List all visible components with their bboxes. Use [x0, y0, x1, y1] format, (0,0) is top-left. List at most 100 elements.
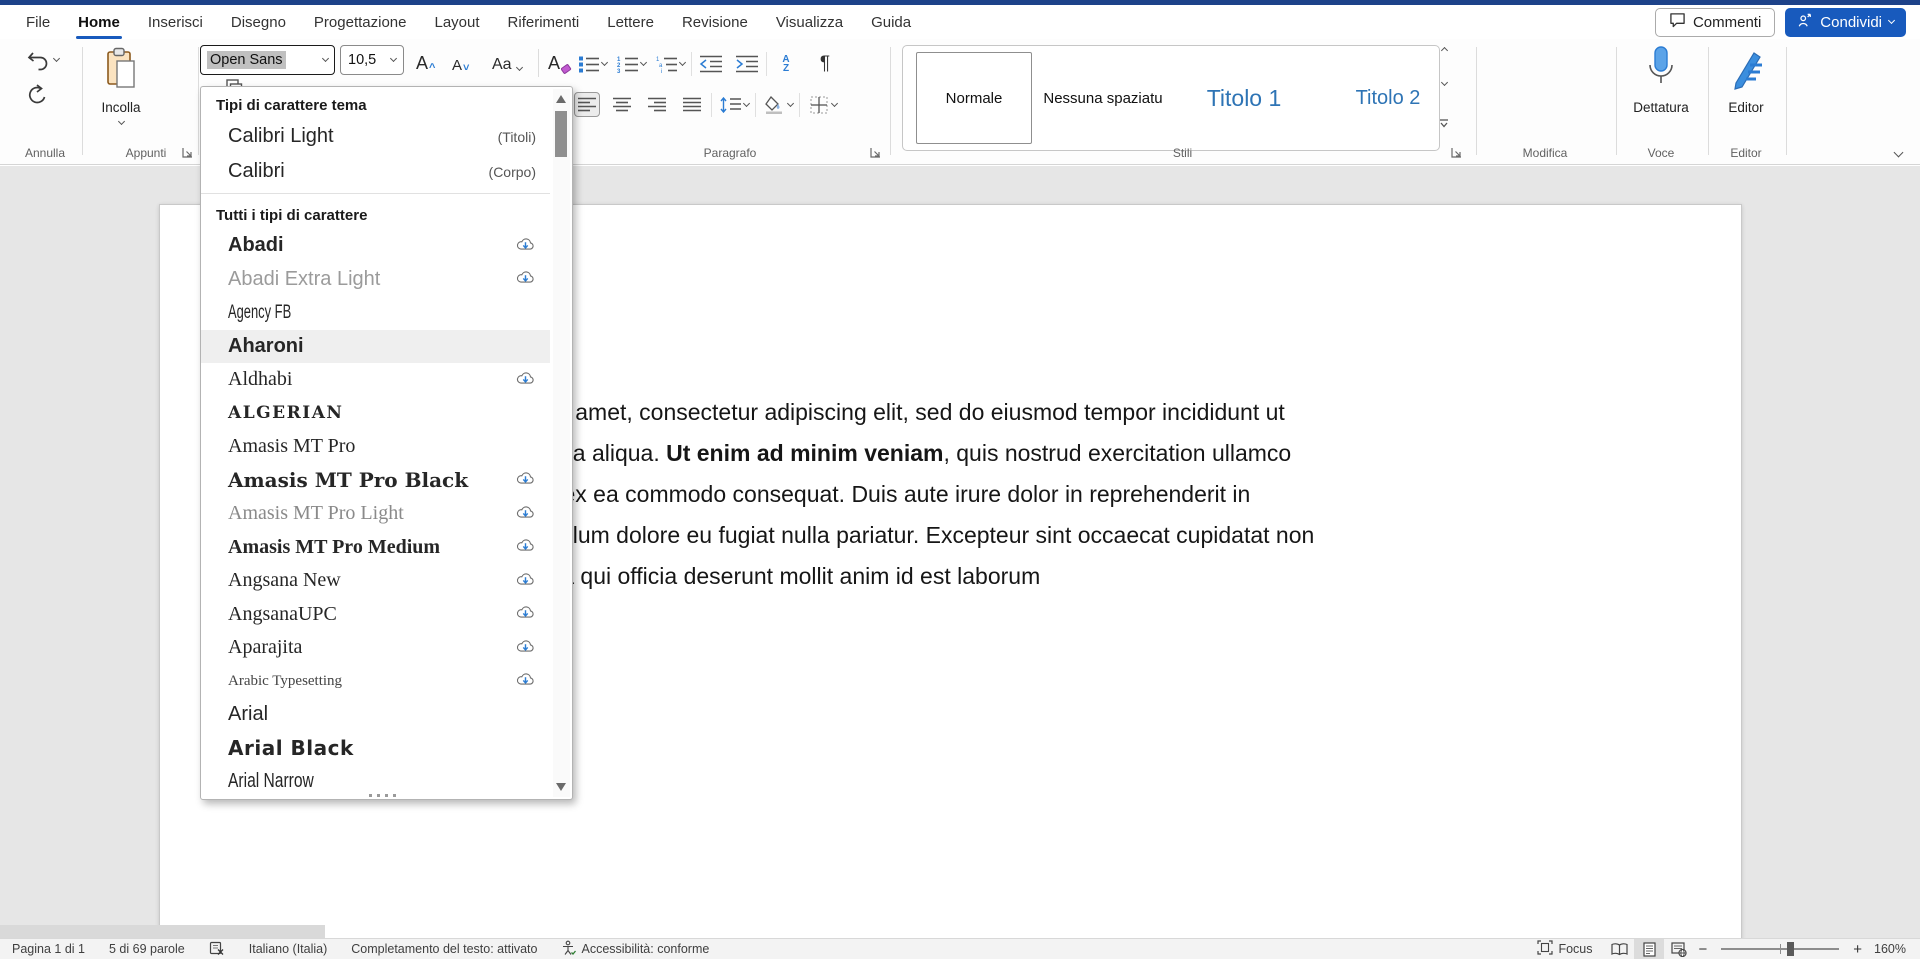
clear-formatting-button[interactable]: A [548, 47, 572, 74]
multilevel-list-icon[interactable]: 1 a i [654, 51, 680, 76]
menu-tab[interactable]: Progettazione [300, 5, 421, 39]
gallery-down-icon[interactable] [1440, 79, 1447, 86]
editor-group: Editor Editor [1708, 39, 1784, 165]
styles-gallery-arrows [1435, 45, 1453, 139]
menu-tab[interactable]: Lettere [593, 5, 668, 39]
style-gallery-item[interactable]: Normale [916, 52, 1032, 144]
menu-tab[interactable]: Disegno [217, 5, 300, 39]
increase-indent-icon[interactable] [734, 51, 760, 76]
text-completion-status[interactable]: Completamento del testo: attivato [339, 939, 549, 959]
font-dropdown-item[interactable]: Amasis MT Pro Medium [201, 531, 550, 565]
show-formatting-marks-icon[interactable]: ¶ [812, 51, 838, 76]
web-layout-button[interactable] [1664, 939, 1694, 959]
resize-handle[interactable] [387, 794, 391, 797]
sort-icon[interactable]: A Z [773, 51, 799, 76]
font-dropdown-item[interactable]: Amasis MT Pro Black [201, 464, 550, 498]
menu-tab[interactable]: Inserisci [134, 5, 217, 39]
font-dropdown-item[interactable]: Arial Black [201, 732, 550, 766]
menu-tab[interactable]: Guida [857, 5, 925, 39]
menu-tab[interactable]: Layout [421, 5, 494, 39]
font-dropdown-item[interactable]: Aldhabi [201, 363, 550, 397]
font-dropdown-item[interactable]: ALGERIAN [201, 397, 550, 431]
change-case-button[interactable]: Aa [492, 47, 522, 74]
font-dropdown-item[interactable]: Arial [201, 698, 550, 732]
collapse-ribbon-icon[interactable] [1894, 148, 1904, 158]
font-dropdown-item[interactable]: AngsanaUPC [201, 598, 550, 632]
font-dropdown-item[interactable]: Angsana New [201, 564, 550, 598]
zoom-out-button[interactable]: − [1694, 941, 1711, 958]
menu-tab[interactable]: File [12, 5, 64, 39]
style-gallery-item[interactable]: Titolo 2 [1338, 46, 1438, 150]
horizontal-scrollbar[interactable] [0, 925, 325, 938]
chevron-down-icon[interactable] [787, 99, 794, 106]
focus-mode-button[interactable]: Focus [1525, 939, 1604, 959]
editor-button[interactable]: Editor [1709, 45, 1783, 115]
zoom-slider-thumb[interactable] [1787, 942, 1794, 956]
align-right-icon[interactable] [644, 92, 670, 117]
style-gallery-item[interactable]: Titolo 1 [1184, 46, 1304, 150]
gallery-up-icon[interactable] [1440, 47, 1447, 54]
shrink-font-button[interactable]: A˅ [452, 47, 469, 74]
print-layout-button[interactable] [1634, 939, 1664, 959]
chevron-down-icon[interactable] [53, 55, 60, 62]
editor-group-label: Editor [1708, 146, 1784, 160]
menu-tab[interactable]: Visualizza [762, 5, 857, 39]
grow-font-button[interactable]: A^ [416, 47, 435, 74]
justify-icon[interactable] [679, 92, 705, 117]
font-dropdown-item[interactable]: Amasis MT Pro Light [201, 497, 550, 531]
menu-tab[interactable]: Riferimenti [494, 5, 594, 39]
scrollbar-thumb[interactable] [555, 111, 567, 157]
chevron-down-icon[interactable] [322, 55, 329, 62]
proofing-status[interactable] [197, 939, 237, 959]
chevron-down-icon[interactable] [390, 55, 397, 62]
font-dropdown-theme-item[interactable]: Calibri (Corpo) [201, 154, 550, 189]
style-gallery-item[interactable]: Nessuna spaziatu [1044, 46, 1162, 150]
zoom-slider[interactable] [1721, 948, 1839, 950]
borders-icon[interactable] [806, 92, 832, 117]
font-dropdown-item[interactable]: Abadi Extra Light [201, 263, 550, 297]
font-dropdown-item[interactable]: Agency FB [201, 296, 550, 330]
redo-icon[interactable] [26, 83, 48, 105]
align-center-icon[interactable] [609, 92, 635, 117]
font-dropdown-scrollbar[interactable] [553, 89, 570, 797]
divider [198, 47, 199, 155]
numbered-list-icon[interactable]: 1 2 3 [615, 51, 641, 76]
paste-button[interactable]: Incolla [92, 47, 150, 147]
zoom-in-button[interactable]: + [1849, 941, 1866, 958]
menu-tab[interactable]: Revisione [668, 5, 762, 39]
font-dropdown-item[interactable]: Aparajita [201, 631, 550, 665]
chevron-down-icon[interactable] [640, 58, 647, 65]
font-dropdown-item[interactable]: Arabic Typesetting [201, 665, 550, 699]
font-dropdown-item[interactable]: Arial Narrow [201, 765, 550, 789]
word-count[interactable]: 5 di 69 parole [97, 939, 197, 959]
language-status[interactable]: Italiano (Italia) [237, 939, 340, 959]
decrease-indent-icon[interactable] [698, 51, 724, 76]
chevron-down-icon[interactable] [601, 58, 608, 65]
shading-icon[interactable] [762, 92, 788, 117]
accessibility-status[interactable]: Accessibilità: conforme [549, 939, 721, 959]
chevron-down-icon[interactable] [679, 58, 686, 65]
comments-button[interactable]: Commenti [1655, 8, 1775, 37]
zoom-level[interactable]: 160% [1866, 942, 1920, 956]
font-dropdown-item[interactable]: Aharoni [201, 330, 550, 364]
scroll-up-icon[interactable] [556, 95, 566, 103]
font-name-combobox[interactable]: Open Sans [200, 45, 335, 75]
bullet-list-icon[interactable] [576, 51, 602, 76]
font-dropdown-item[interactable]: Abadi [201, 229, 550, 263]
chevron-down-icon[interactable] [831, 99, 838, 106]
menu-tab[interactable]: Home [64, 5, 134, 39]
dictate-button[interactable]: Dettatura [1624, 45, 1698, 115]
scroll-down-icon[interactable] [556, 783, 566, 791]
font-size-combobox[interactable]: 10,5 [340, 45, 404, 75]
align-left-icon[interactable] [574, 92, 600, 117]
read-mode-button[interactable] [1604, 939, 1634, 959]
undo-icon[interactable] [26, 49, 50, 71]
share-button[interactable]: Condividi [1785, 8, 1906, 37]
line-spacing-icon[interactable] [718, 92, 744, 117]
undo-group-label: Annulla [10, 146, 80, 160]
page-count[interactable]: Pagina 1 di 1 [0, 939, 97, 959]
font-dropdown-theme-item[interactable]: Calibri Light (Titoli) [201, 119, 550, 154]
font-dropdown-item[interactable]: Amasis MT Pro [201, 430, 550, 464]
chevron-down-icon[interactable] [743, 99, 750, 106]
gallery-more-icon[interactable] [1439, 115, 1449, 133]
